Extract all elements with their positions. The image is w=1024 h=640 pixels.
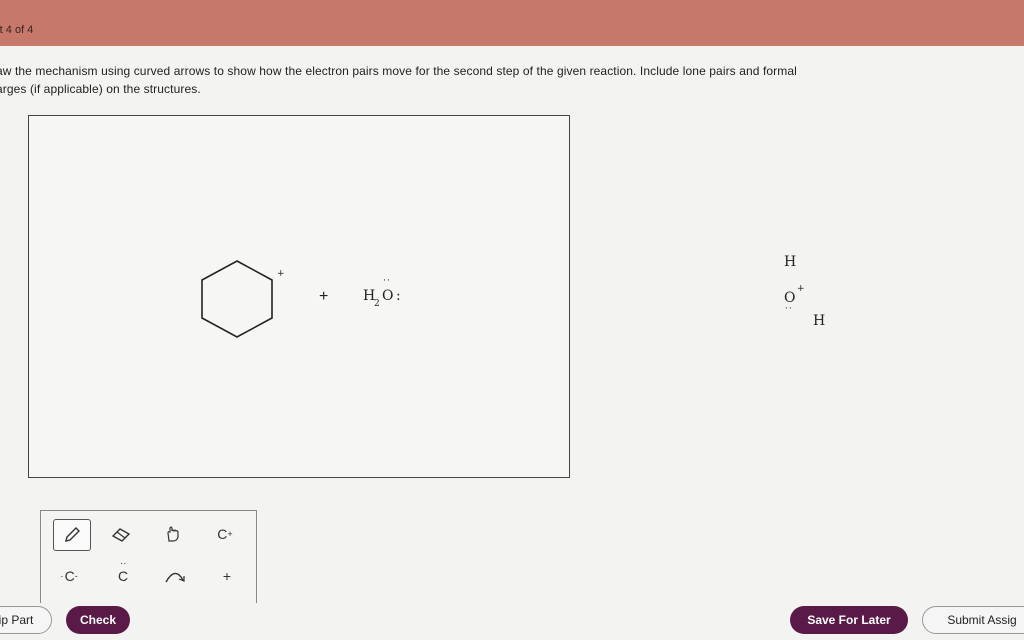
- carbocation-sup: +: [227, 529, 233, 539]
- save-for-later-button[interactable]: Save For Later: [790, 606, 908, 634]
- product-h-right: H: [813, 313, 826, 329]
- curved-arrow-icon: [165, 572, 185, 583]
- eraser-icon: [111, 528, 131, 542]
- part-label: rt 4 of 4: [0, 24, 34, 36]
- pencil-icon: [65, 527, 80, 542]
- add-label: +: [222, 568, 232, 584]
- product-lone-pair: ··: [785, 304, 793, 314]
- carbocation-tool[interactable]: C +: [207, 519, 243, 549]
- plus-sign: +: [319, 288, 329, 305]
- carbanion-tool[interactable]: · C -: [51, 561, 87, 591]
- water-lone-pair-top: ··: [383, 276, 391, 286]
- instruction-line-1: aw the mechanism using curved arrows to …: [0, 64, 797, 78]
- instruction-line-2: arges (if applicable) on the structures.: [0, 82, 201, 96]
- water-lone-pair-right: :: [396, 288, 401, 304]
- hand-tool[interactable]: [155, 519, 191, 549]
- carbanion-sup: -: [74, 571, 78, 581]
- product-h-top: H: [784, 254, 797, 270]
- drawing-canvas[interactable]: + + H 2 O ·· : H O + ·· H: [28, 115, 825, 478]
- reactant-cyclohexane-ring: [201, 260, 273, 338]
- reactant-charge: +: [277, 269, 285, 279]
- pencil-tool[interactable]: [53, 519, 91, 551]
- reaction-drawing: [201, 260, 273, 338]
- question-instructions: aw the mechanism using curved arrows to …: [0, 62, 996, 98]
- skip-part-button[interactable]: ip Part: [0, 606, 52, 634]
- hand-icon: [167, 526, 179, 542]
- eraser-tool[interactable]: [103, 519, 139, 549]
- lonepair-label: ·· C: [117, 558, 129, 584]
- check-button[interactable]: Check: [66, 606, 130, 634]
- drawing-toolbar: C + · C - ·· C +: [40, 510, 257, 603]
- product-charge: +: [797, 284, 805, 294]
- lonepair-dots: ··: [119, 558, 127, 569]
- lone-pair-tool[interactable]: ·· C: [105, 558, 141, 591]
- water-oxygen: O: [382, 288, 394, 304]
- add-charge-tool[interactable]: +: [209, 561, 245, 591]
- submit-assignment-button[interactable]: Submit Assig: [922, 606, 1024, 634]
- curved-arrow-tool[interactable]: [157, 561, 193, 591]
- header-bar: [0, 0, 1024, 46]
- carbanion-label: C: [64, 568, 75, 584]
- water-subscript: 2: [374, 299, 380, 309]
- carbocation-label: C: [217, 526, 228, 542]
- radical-dot: ·: [60, 570, 64, 582]
